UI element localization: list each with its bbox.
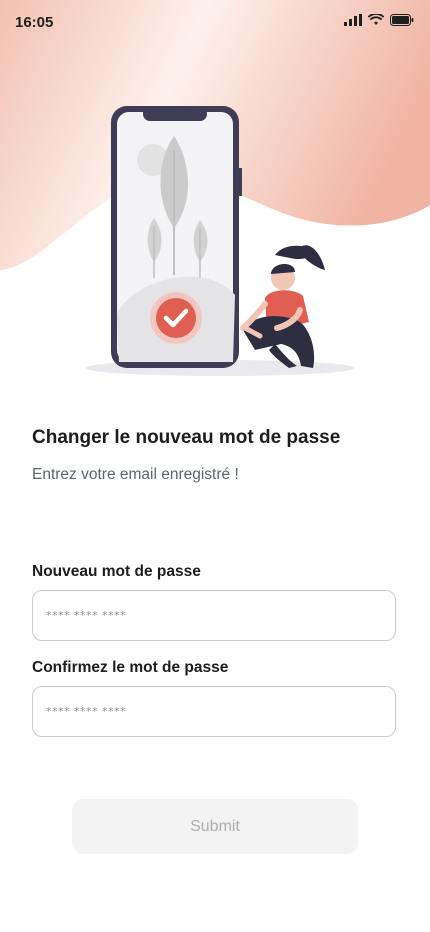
new-password-label: Nouveau mot de passe [32,563,201,580]
new-password-input[interactable] [33,591,395,640]
person-illustration [240,245,325,368]
battery-icon [390,14,414,26]
status-bar: 16:05 [0,0,430,44]
status-time: 16:05 [15,14,54,31]
submit-button[interactable]: Submit [72,799,358,854]
phone-illustration [85,106,355,376]
signal-icon [344,14,362,26]
wifi-icon [368,14,384,25]
status-icons [344,14,414,26]
confirm-password-input[interactable] [33,687,395,736]
confirm-password-field-container [32,686,396,737]
page-subtitle: Entrez votre email enregistré ! [32,466,239,483]
confirm-password-label: Confirmez le mot de passe [32,659,229,676]
page-title: Changer le nouveau mot de passe [32,427,341,448]
new-password-field-container [32,590,396,641]
